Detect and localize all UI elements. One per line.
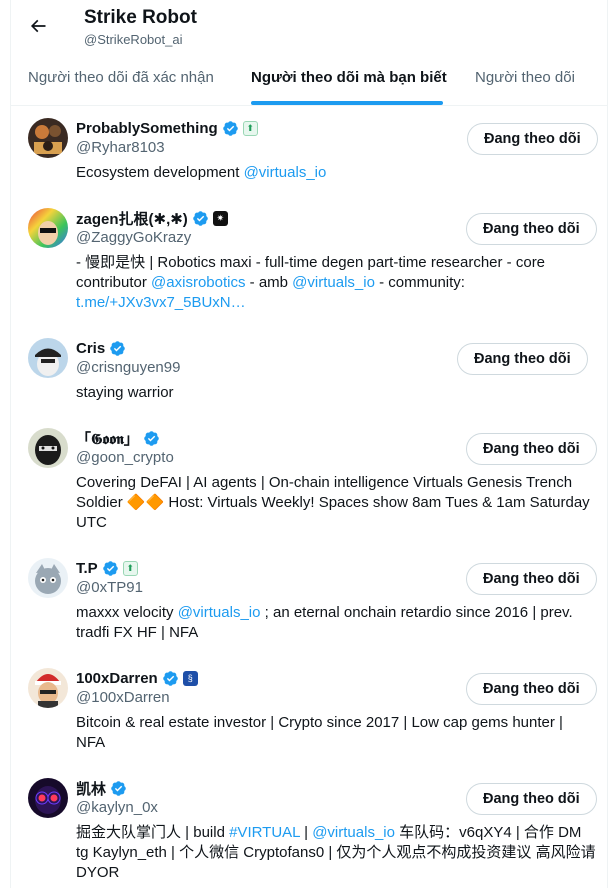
following-button[interactable]: Đang theo dõi xyxy=(467,123,598,155)
list-item[interactable]: ProbablySomething ⬆ @Ryhar8103 Ecosystem… xyxy=(11,106,607,196)
bio-text: - amb xyxy=(245,274,293,291)
user-name-line: zagen扎根(✱,✱) ✷ xyxy=(76,208,228,228)
bio-link[interactable]: @virtuals_io xyxy=(244,164,327,181)
user-handle: @0xTP91 xyxy=(76,579,143,596)
list-item[interactable]: T.P ⬆ @0xTP91 maxxx velocity @virtuals_i… xyxy=(11,546,607,656)
user-bio: - 慢即是快 | Robotics maxi - full-time degen… xyxy=(76,253,596,313)
page-title: Strike Robot xyxy=(84,7,197,28)
verified-badge-icon xyxy=(102,560,118,576)
list-item[interactable]: 100xDarren § @100xDarren Bitcoin & real … xyxy=(11,656,607,766)
bio-text: Ecosystem development xyxy=(76,164,244,181)
user-handle: @ZaggyGoKrazy xyxy=(76,229,192,246)
avatar[interactable] xyxy=(28,338,68,378)
bio-text: | xyxy=(299,824,313,841)
bio-text: 掘金大队掌门人 | build xyxy=(76,824,230,841)
tab-verified-followers[interactable]: Người theo dõi đã xác nhận xyxy=(28,56,214,105)
following-button[interactable]: Đang theo dõi xyxy=(466,213,597,245)
avatar[interactable] xyxy=(28,428,68,468)
list-item[interactable]: Cris @crisnguyen99 staying warrior Đang … xyxy=(11,326,607,416)
bio-text: Covering DeFAI | AI agents | On-chain in… xyxy=(76,474,590,531)
bio-link[interactable]: @axisrobotics xyxy=(151,274,245,291)
user-name-line: 「𝕲𝖔𝖔𝖓」 xyxy=(76,428,160,448)
bio-link[interactable]: #VIRTUAL xyxy=(229,824,300,841)
bio-text: Bitcoin & real estate investor | Crypto … xyxy=(76,714,563,751)
user-name-line: 100xDarren § xyxy=(76,668,198,688)
verified-badge-icon xyxy=(222,120,238,136)
following-button[interactable]: Đang theo dõi xyxy=(466,433,597,465)
verified-badge-icon xyxy=(144,430,159,446)
user-bio: Bitcoin & real estate investor | Crypto … xyxy=(76,713,596,753)
user-name-line: T.P ⬆ xyxy=(76,558,138,578)
avatar[interactable] xyxy=(28,668,68,708)
bio-link[interactable]: @virtuals_io xyxy=(178,604,261,621)
following-button[interactable]: Đang theo dõi xyxy=(466,673,597,705)
list-item[interactable]: zagen扎根(✱,✱) ✷ @ZaggyGoKrazy - 慢即是快 | Ro… xyxy=(11,196,607,326)
user-name-line: ProbablySomething ⬆ xyxy=(76,118,258,138)
user-handle: @Ryhar8103 xyxy=(76,139,165,156)
verified-badge-icon xyxy=(111,780,126,796)
user-name-line: 凯林 xyxy=(76,778,127,798)
bio-text: maxxx velocity xyxy=(76,604,178,621)
user-handle: @kaylyn_0x xyxy=(76,799,158,816)
user-bio: maxxx velocity @virtuals_io ; an eternal… xyxy=(76,603,596,643)
bio-link[interactable]: t.me/+JXv3vx7_5BUxN… xyxy=(76,294,246,311)
avatar[interactable] xyxy=(28,558,68,598)
avatar[interactable] xyxy=(28,778,68,818)
green-badge-icon: ⬆ xyxy=(122,560,138,576)
avatar[interactable] xyxy=(28,118,68,158)
user-handle: @goon_crypto xyxy=(76,449,174,466)
list-item[interactable]: 「𝕲𝖔𝖔𝖓」 @goon_crypto Covering DeFAI | AI … xyxy=(11,416,607,546)
bio-link[interactable]: @virtuals_io xyxy=(312,824,395,841)
user-name[interactable]: 「𝕲𝖔𝖔𝖓」 xyxy=(76,428,139,449)
blue-swirl-badge-icon: § xyxy=(182,670,198,686)
dark-sparkle-badge-icon: ✷ xyxy=(212,210,228,226)
tab-followers[interactable]: Người theo dõi xyxy=(475,56,575,105)
bio-text: staying warrior xyxy=(76,384,174,401)
user-bio: Ecosystem development @virtuals_io xyxy=(76,163,596,183)
back-button[interactable] xyxy=(22,10,54,42)
user-bio: 掘金大队掌门人 | build #VIRTUAL | @virtuals_io … xyxy=(76,823,596,883)
user-name[interactable]: Cris xyxy=(76,340,105,357)
avatar[interactable] xyxy=(28,208,68,248)
user-name[interactable]: 凯林 xyxy=(76,778,106,799)
user-handle: @crisnguyen99 xyxy=(76,359,181,376)
verified-badge-icon xyxy=(162,670,178,686)
tab-followers-you-know[interactable]: Người theo dõi mà bạn biết xyxy=(251,56,447,105)
user-name[interactable]: zagen扎根(✱,✱) xyxy=(76,208,188,229)
user-bio: staying warrior xyxy=(76,383,596,403)
verified-badge-icon xyxy=(110,340,125,356)
active-tab-indicator xyxy=(251,101,443,105)
tab-bar: Người theo dõi đã xác nhận Người theo dõ… xyxy=(11,56,607,106)
user-name[interactable]: 100xDarren xyxy=(76,670,158,687)
user-name-line: Cris xyxy=(76,338,126,358)
user-bio: Covering DeFAI | AI agents | On-chain in… xyxy=(76,473,596,533)
list-item[interactable]: 凯林 @kaylyn_0x 掘金大队掌门人 | build #VIRTUAL |… xyxy=(11,766,607,888)
verified-badge-icon xyxy=(193,210,208,226)
right-border xyxy=(607,0,608,888)
following-button[interactable]: Đang theo dõi xyxy=(457,343,588,375)
user-name[interactable]: T.P xyxy=(76,560,98,577)
user-name[interactable]: ProbablySomething xyxy=(76,120,218,137)
following-button[interactable]: Đang theo dõi xyxy=(466,563,597,595)
user-handle: @100xDarren xyxy=(76,689,170,706)
bio-link[interactable]: @virtuals_io xyxy=(292,274,375,291)
following-button[interactable]: Đang theo dõi xyxy=(466,783,597,815)
arrow-left-icon xyxy=(30,19,46,33)
account-handle: @StrikeRobot_ai xyxy=(84,32,183,47)
bio-text: - community: xyxy=(374,274,465,291)
green-badge-icon: ⬆ xyxy=(242,120,258,136)
page-header: Strike Robot @StrikeRobot_ai xyxy=(0,0,612,52)
